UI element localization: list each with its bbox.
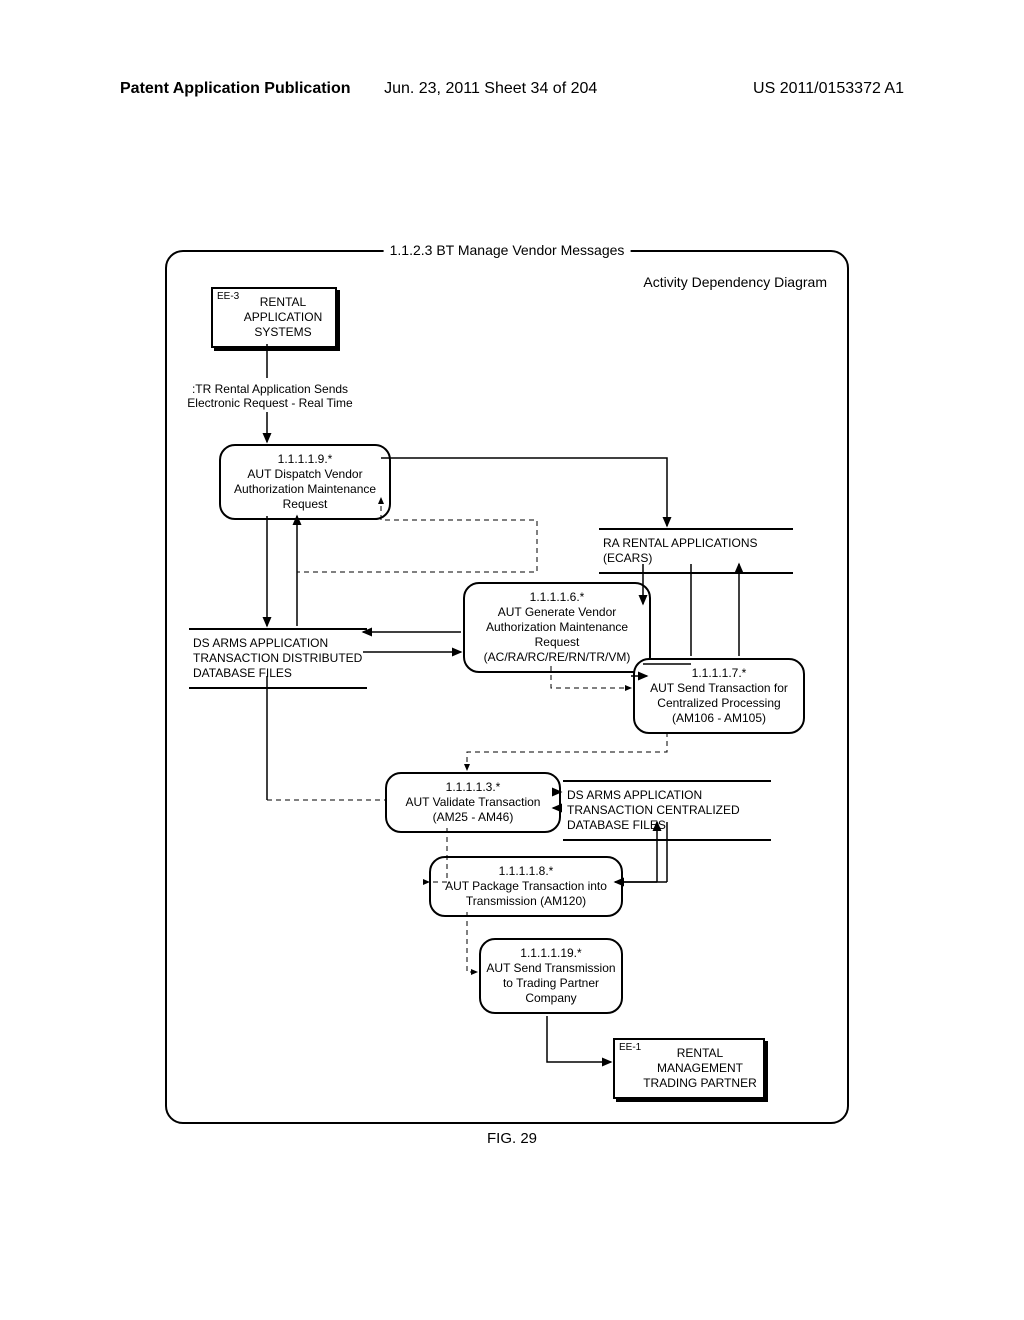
process-validate-id: 1.1.1.1.3.* xyxy=(391,780,555,795)
diagram-subtitle: Activity Dependency Diagram xyxy=(643,274,827,290)
process-package-id: 1.1.1.1.8.* xyxy=(435,864,617,879)
sheet-info: Jun. 23, 2011 Sheet 34 of 204 xyxy=(384,80,597,98)
entity-ee3-tag: EE-3 xyxy=(217,291,239,304)
process-generate: 1.1.1.1.6.* AUT Generate Vendor Authoriz… xyxy=(463,582,651,673)
process-send-partner-id: 1.1.1.1.19.* xyxy=(485,946,617,961)
process-dispatch: 1.1.1.1.9.* AUT Dispatch Vendor Authoriz… xyxy=(219,444,391,520)
diagram-title: 1.1.2.3 BT Manage Vendor Messages xyxy=(384,242,631,258)
process-send-central-id: 1.1.1.1.7.* xyxy=(639,666,799,681)
process-validate-text: AUT Validate Transaction (AM25 - AM46) xyxy=(391,795,555,825)
process-send-partner: 1.1.1.1.19.* AUT Send Transmission to Tr… xyxy=(479,938,623,1014)
process-generate-text: AUT Generate Vendor Authorization Mainte… xyxy=(469,605,645,665)
entity-ee1-tag: EE-1 xyxy=(619,1042,641,1055)
entity-ee3: EE-3 RENTAL APPLICATION SYSTEMS xyxy=(211,287,337,348)
entity-ee1-label: RENTAL MANAGEMENT TRADING PARTNER xyxy=(643,1046,757,1091)
process-package: 1.1.1.1.8.* AUT Package Transaction into… xyxy=(429,856,623,917)
process-dispatch-text: AUT Dispatch Vendor Authorization Mainte… xyxy=(225,467,385,512)
datastore-centralized: DS ARMS APPLICATION TRANSACTION CENTRALI… xyxy=(563,780,771,841)
tr-label: :TR Rental Application Sends Electronic … xyxy=(185,382,355,411)
process-dispatch-id: 1.1.1.1.9.* xyxy=(225,452,385,467)
pub-number: US 2011/0153372 A1 xyxy=(753,80,904,98)
process-send-central: 1.1.1.1.7.* AUT Send Transaction for Cen… xyxy=(633,658,805,734)
entity-ee3-label: RENTAL APPLICATION SYSTEMS xyxy=(237,295,329,340)
process-generate-id: 1.1.1.1.6.* xyxy=(469,590,645,605)
process-package-text: AUT Package Transaction into Transmissio… xyxy=(435,879,617,909)
datastore-distributed: DS ARMS APPLICATION TRANSACTION DISTRIBU… xyxy=(189,628,367,689)
process-send-central-text: AUT Send Transaction for Centralized Pro… xyxy=(639,681,799,726)
process-send-partner-text: AUT Send Transmission to Trading Partner… xyxy=(485,961,617,1006)
process-validate: 1.1.1.1.3.* AUT Validate Transaction (AM… xyxy=(385,772,561,833)
diagram-frame: 1.1.2.3 BT Manage Vendor Messages Activi… xyxy=(165,250,849,1124)
datastore-ra: RA RENTAL APPLICATIONS (ECARS) xyxy=(599,528,793,574)
entity-ee1: EE-1 RENTAL MANAGEMENT TRADING PARTNER xyxy=(613,1038,765,1099)
page-header: Patent Application Publication Jun. 23, … xyxy=(120,80,904,98)
figure-caption: FIG. 29 xyxy=(487,1130,537,1147)
pub-type: Patent Application Publication xyxy=(120,80,351,98)
